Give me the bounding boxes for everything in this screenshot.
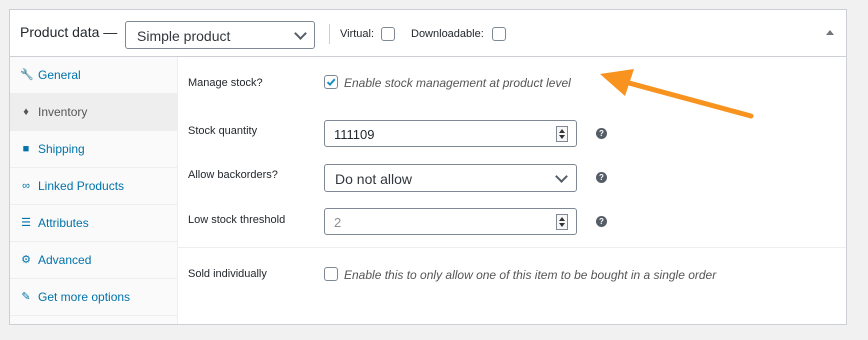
arrow-shaft (615, 77, 754, 119)
orange-arrow-annotation (600, 69, 754, 119)
arrow-head (600, 69, 634, 96)
